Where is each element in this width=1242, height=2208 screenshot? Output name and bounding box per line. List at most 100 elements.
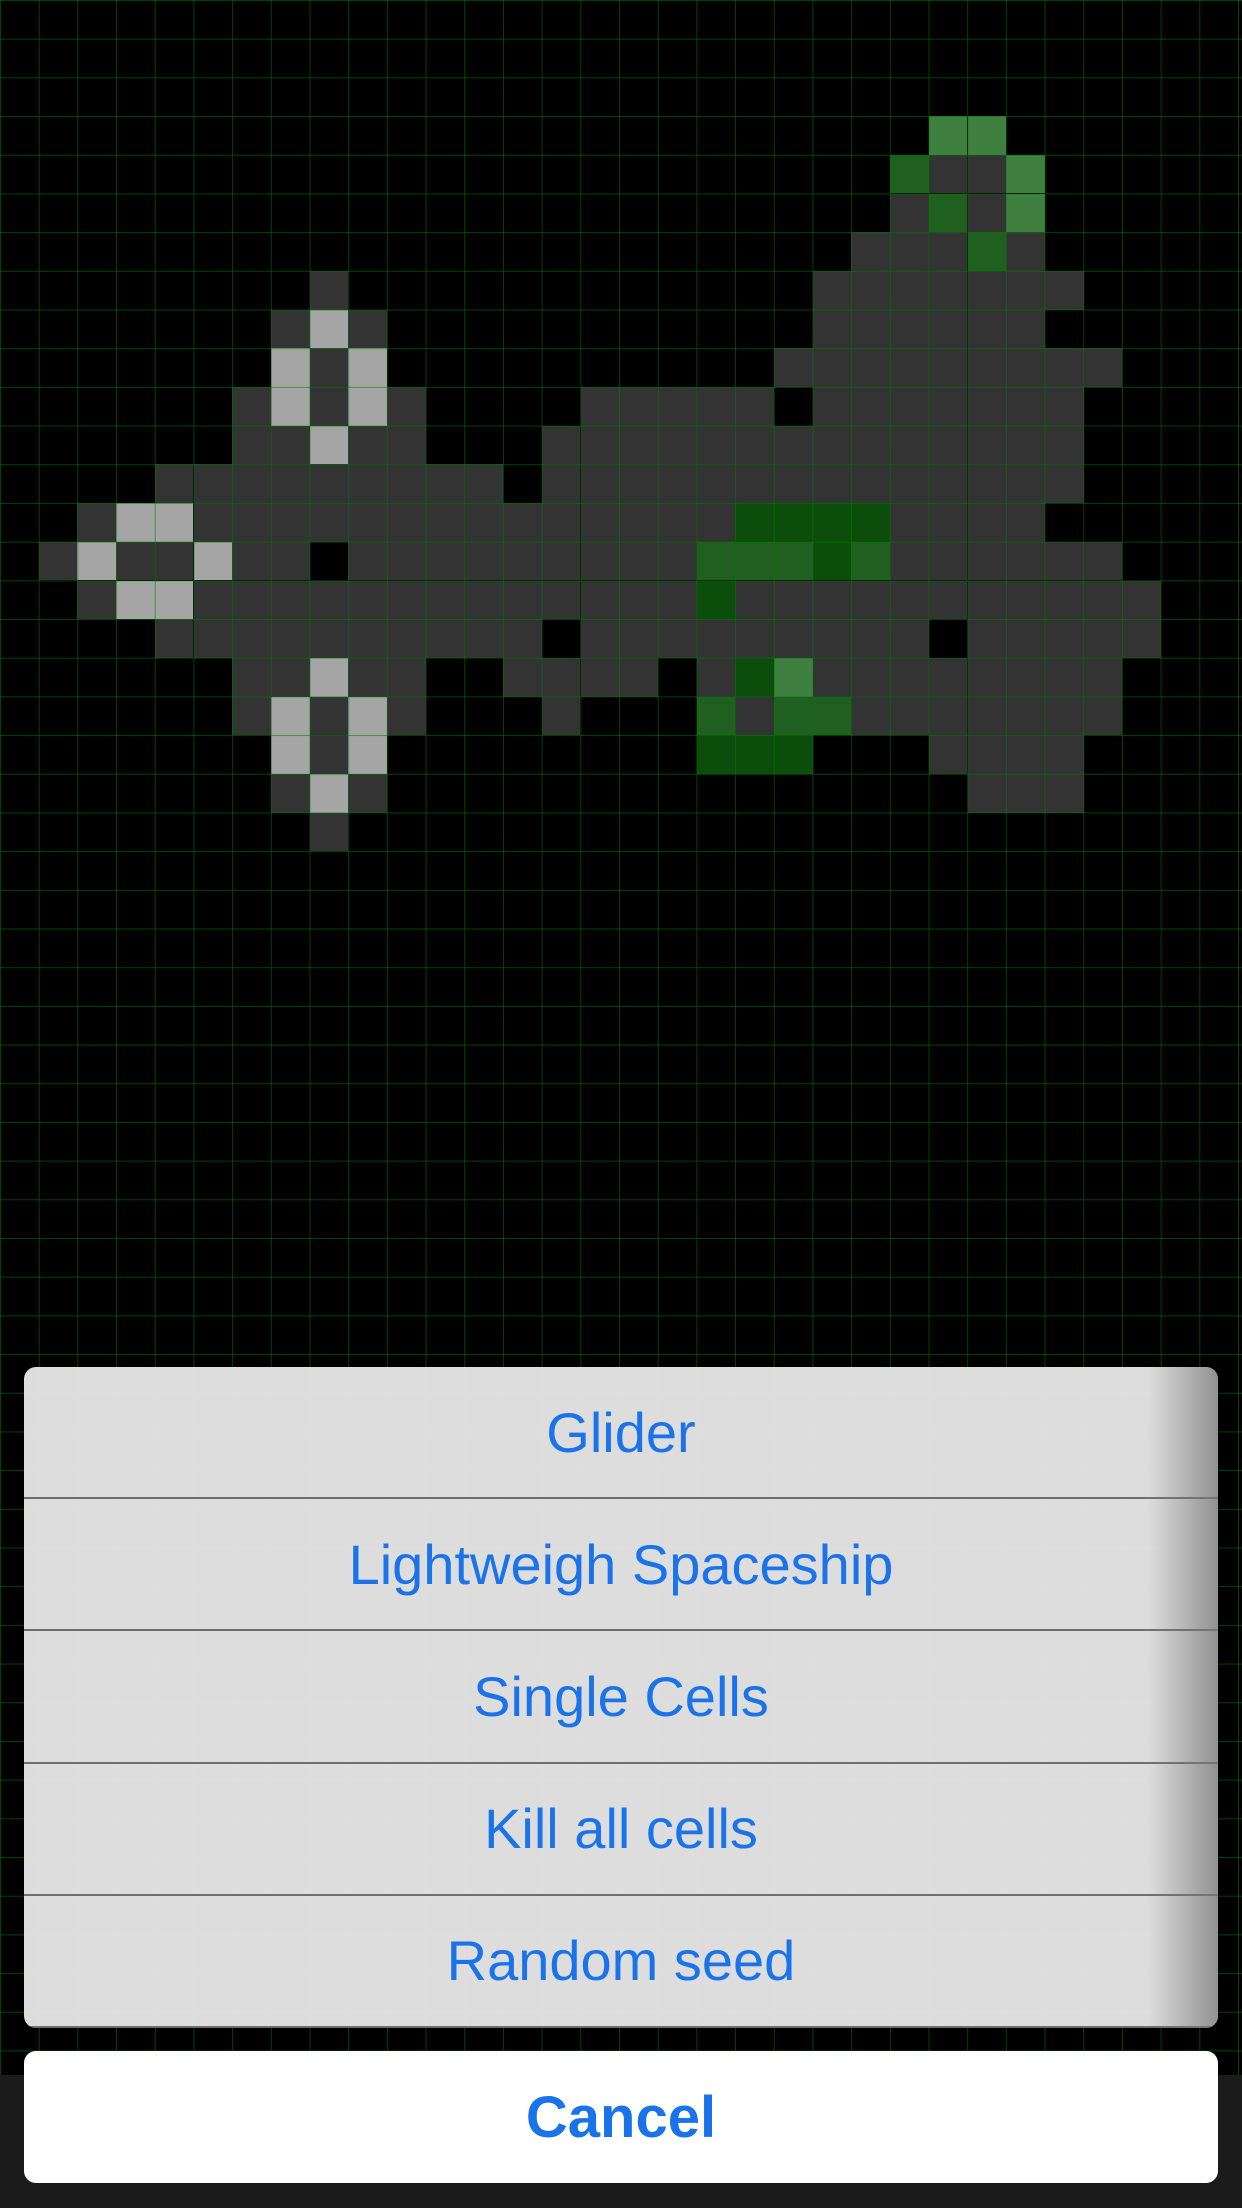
cell[interactable]	[1044, 387, 1084, 426]
cell[interactable]	[619, 387, 658, 426]
cell[interactable]	[890, 425, 929, 465]
cell[interactable]	[851, 387, 891, 426]
cell[interactable]	[851, 657, 891, 697]
cell[interactable]	[967, 464, 1007, 504]
cell[interactable]	[928, 116, 968, 155]
cell[interactable]	[541, 503, 581, 542]
cell[interactable]	[116, 580, 155, 620]
cell[interactable]	[1044, 735, 1084, 774]
cell[interactable]	[967, 270, 1007, 310]
cell[interactable]	[232, 657, 271, 697]
cell[interactable]	[580, 619, 620, 658]
cell[interactable]	[309, 503, 349, 542]
cell[interactable]	[270, 580, 310, 620]
cell[interactable]	[77, 580, 117, 620]
cell[interactable]	[890, 387, 929, 426]
cell[interactable]	[309, 619, 349, 658]
cell[interactable]	[116, 503, 155, 542]
cell[interactable]	[309, 657, 349, 697]
cell[interactable]	[1006, 232, 1045, 271]
cell[interactable]	[464, 541, 504, 581]
cell[interactable]	[154, 464, 194, 504]
cell[interactable]	[387, 696, 426, 736]
cell[interactable]	[774, 696, 813, 736]
cell[interactable]	[1083, 541, 1123, 581]
cell[interactable]	[1006, 270, 1045, 310]
cell[interactable]	[967, 657, 1007, 697]
cell[interactable]	[503, 541, 542, 581]
cell[interactable]	[735, 503, 774, 542]
cell[interactable]	[116, 541, 155, 581]
cell[interactable]	[464, 464, 504, 504]
cell[interactable]	[696, 503, 736, 542]
cell[interactable]	[348, 464, 387, 504]
cell[interactable]	[928, 232, 968, 271]
cell[interactable]	[735, 541, 774, 581]
cell[interactable]	[541, 580, 581, 620]
cell[interactable]	[387, 657, 426, 697]
cell[interactable]	[812, 696, 852, 736]
cell[interactable]	[309, 270, 349, 310]
cell[interactable]	[387, 464, 426, 504]
cell[interactable]	[580, 657, 620, 697]
cell[interactable]	[348, 619, 387, 658]
cell[interactable]	[774, 657, 813, 697]
cell[interactable]	[967, 541, 1007, 581]
cell[interactable]	[928, 696, 968, 736]
cell[interactable]	[1044, 541, 1084, 581]
cell[interactable]	[774, 425, 813, 465]
cell[interactable]	[967, 348, 1007, 387]
cell[interactable]	[425, 580, 465, 620]
cell[interactable]	[193, 503, 233, 542]
cell[interactable]	[309, 464, 349, 504]
cell[interactable]	[348, 696, 387, 736]
cell[interactable]	[1006, 774, 1045, 813]
cell[interactable]	[193, 464, 233, 504]
cell[interactable]	[270, 696, 310, 736]
cell[interactable]	[232, 541, 271, 581]
cell[interactable]	[928, 309, 968, 349]
cell[interactable]	[928, 503, 968, 542]
option-lightweight-spaceship[interactable]: Lightweigh Spaceship	[24, 1499, 1218, 1632]
cell[interactable]	[232, 387, 271, 426]
cell[interactable]	[348, 580, 387, 620]
cell[interactable]	[232, 503, 271, 542]
cell[interactable]	[1006, 735, 1045, 774]
cell[interactable]	[967, 735, 1007, 774]
cell[interactable]	[851, 464, 891, 504]
cell[interactable]	[890, 232, 929, 271]
cell[interactable]	[890, 696, 929, 736]
cell[interactable]	[928, 735, 968, 774]
cell[interactable]	[774, 503, 813, 542]
cell[interactable]	[774, 580, 813, 620]
cell[interactable]	[735, 696, 774, 736]
cell[interactable]	[348, 657, 387, 697]
cell[interactable]	[1006, 154, 1045, 194]
cell[interactable]	[348, 735, 387, 774]
cell[interactable]	[270, 348, 310, 387]
cell[interactable]	[270, 735, 310, 774]
cell[interactable]	[696, 619, 736, 658]
cell[interactable]	[309, 387, 349, 426]
cell[interactable]	[348, 309, 387, 349]
cell[interactable]	[1083, 580, 1123, 620]
cell[interactable]	[270, 464, 310, 504]
cell[interactable]	[348, 774, 387, 813]
cell[interactable]	[890, 154, 929, 194]
cell[interactable]	[774, 735, 813, 774]
cell[interactable]	[309, 696, 349, 736]
cell[interactable]	[1006, 348, 1045, 387]
cell[interactable]	[928, 541, 968, 581]
cell[interactable]	[309, 812, 349, 852]
cell[interactable]	[387, 541, 426, 581]
cell[interactable]	[928, 193, 968, 233]
cell[interactable]	[657, 541, 697, 581]
cell[interactable]	[77, 541, 117, 581]
cell[interactable]	[580, 503, 620, 542]
cell[interactable]	[619, 619, 658, 658]
cell[interactable]	[1006, 193, 1045, 233]
cell[interactable]	[967, 619, 1007, 658]
cell[interactable]	[154, 580, 194, 620]
cell[interactable]	[1044, 425, 1084, 465]
cell[interactable]	[464, 619, 504, 658]
